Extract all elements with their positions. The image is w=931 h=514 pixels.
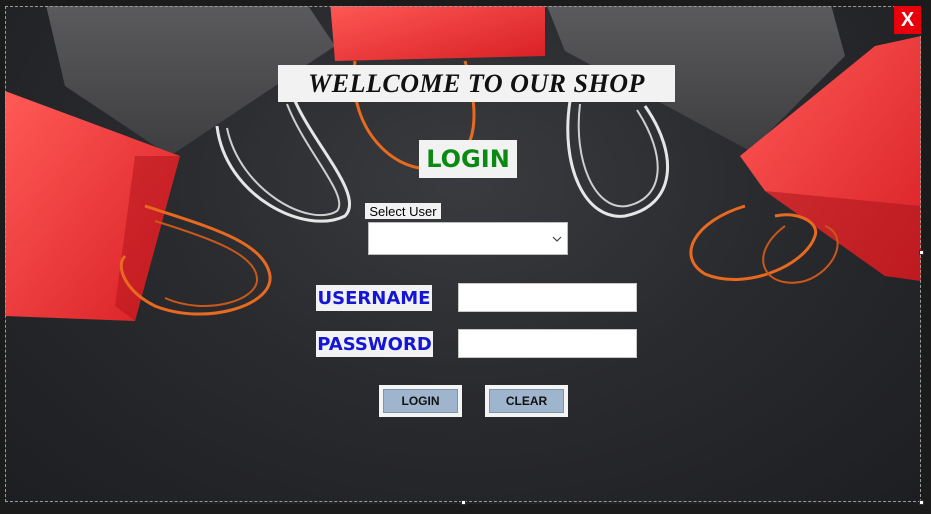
resize-handle-right[interactable]	[919, 250, 924, 255]
password-label: PASSWORD	[316, 331, 433, 357]
select-user-dropdown[interactable]	[368, 222, 568, 255]
username-input[interactable]	[458, 283, 637, 312]
close-button[interactable]: X	[894, 6, 921, 34]
chevron-down-icon	[552, 236, 562, 242]
clear-button[interactable]: CLEAR	[485, 385, 568, 417]
close-icon: X	[900, 8, 915, 31]
login-button[interactable]: LOGIN	[379, 385, 462, 417]
resize-handle-bottom[interactable]	[461, 500, 466, 505]
login-button-label: LOGIN	[383, 389, 458, 413]
welcome-banner: WELLCOME TO OUR SHOP	[278, 65, 675, 102]
username-label: USERNAME	[316, 285, 432, 311]
resize-handle-corner[interactable]	[919, 500, 924, 505]
login-title: LOGIN	[419, 140, 517, 178]
password-input[interactable]	[458, 329, 637, 358]
select-user-label: Select User	[365, 203, 441, 219]
clear-button-label: CLEAR	[489, 389, 564, 413]
